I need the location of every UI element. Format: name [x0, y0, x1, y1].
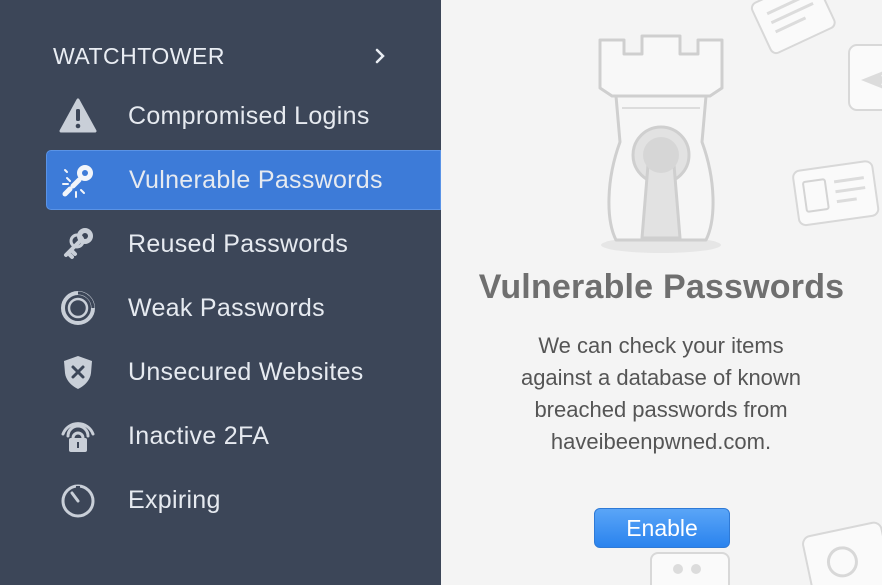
id-card-icon [792, 160, 880, 227]
sidebar-item-weak-passwords[interactable]: Weak Passwords [46, 278, 441, 338]
sidebar-item-label: Inactive 2FA [128, 421, 270, 450]
sidebar-item-compromised-logins[interactable]: Compromised Logins [46, 86, 441, 146]
sidebar-item-label: Weak Passwords [128, 293, 325, 322]
sidebar-item-expiring[interactable]: Expiring [46, 470, 441, 530]
enable-button[interactable]: Enable [594, 508, 730, 548]
page-title: Vulnerable Passwords [478, 268, 845, 306]
main-panel: Vulnerable Passwords We can check your i… [441, 0, 882, 585]
wordpress-card-icon [802, 521, 882, 585]
sidebar-item-vulnerable-passwords[interactable]: Vulnerable Passwords [46, 150, 441, 210]
sidebar: WATCHTOWER Compromised Logins Vulnerable [0, 0, 441, 585]
sidebar-item-label: Expiring [128, 485, 221, 514]
watchtower-icon [598, 34, 724, 253]
sidebar-item-reused-passwords[interactable]: Reused Passwords [46, 214, 441, 274]
sidebar-item-unsecured-websites[interactable]: Unsecured Websites [46, 342, 441, 402]
description-text: We can check your items against a databa… [520, 333, 802, 454]
watchtower-header[interactable]: WATCHTOWER [53, 38, 393, 74]
people-card-icon [650, 552, 730, 585]
sidebar-item-label: Compromised Logins [128, 101, 370, 130]
sidebar-item-label: Reused Passwords [128, 229, 349, 258]
warning-icon [56, 94, 100, 138]
lock-wifi-icon [56, 414, 100, 458]
sidebar-item-label: Vulnerable Passwords [129, 165, 383, 194]
sidebar-item-label: Unsecured Websites [128, 357, 364, 386]
sidebar-item-inactive-2fa[interactable]: Inactive 2FA [46, 406, 441, 466]
shield-x-icon [56, 350, 100, 394]
clock-icon [56, 478, 100, 522]
broken-key-icon [57, 158, 101, 202]
chevron-right-icon [375, 48, 385, 64]
plane-card-icon [848, 44, 882, 111]
keys-icon [56, 222, 100, 266]
watchtower-title: WATCHTOWER [53, 42, 225, 69]
ring-icon [56, 286, 100, 330]
